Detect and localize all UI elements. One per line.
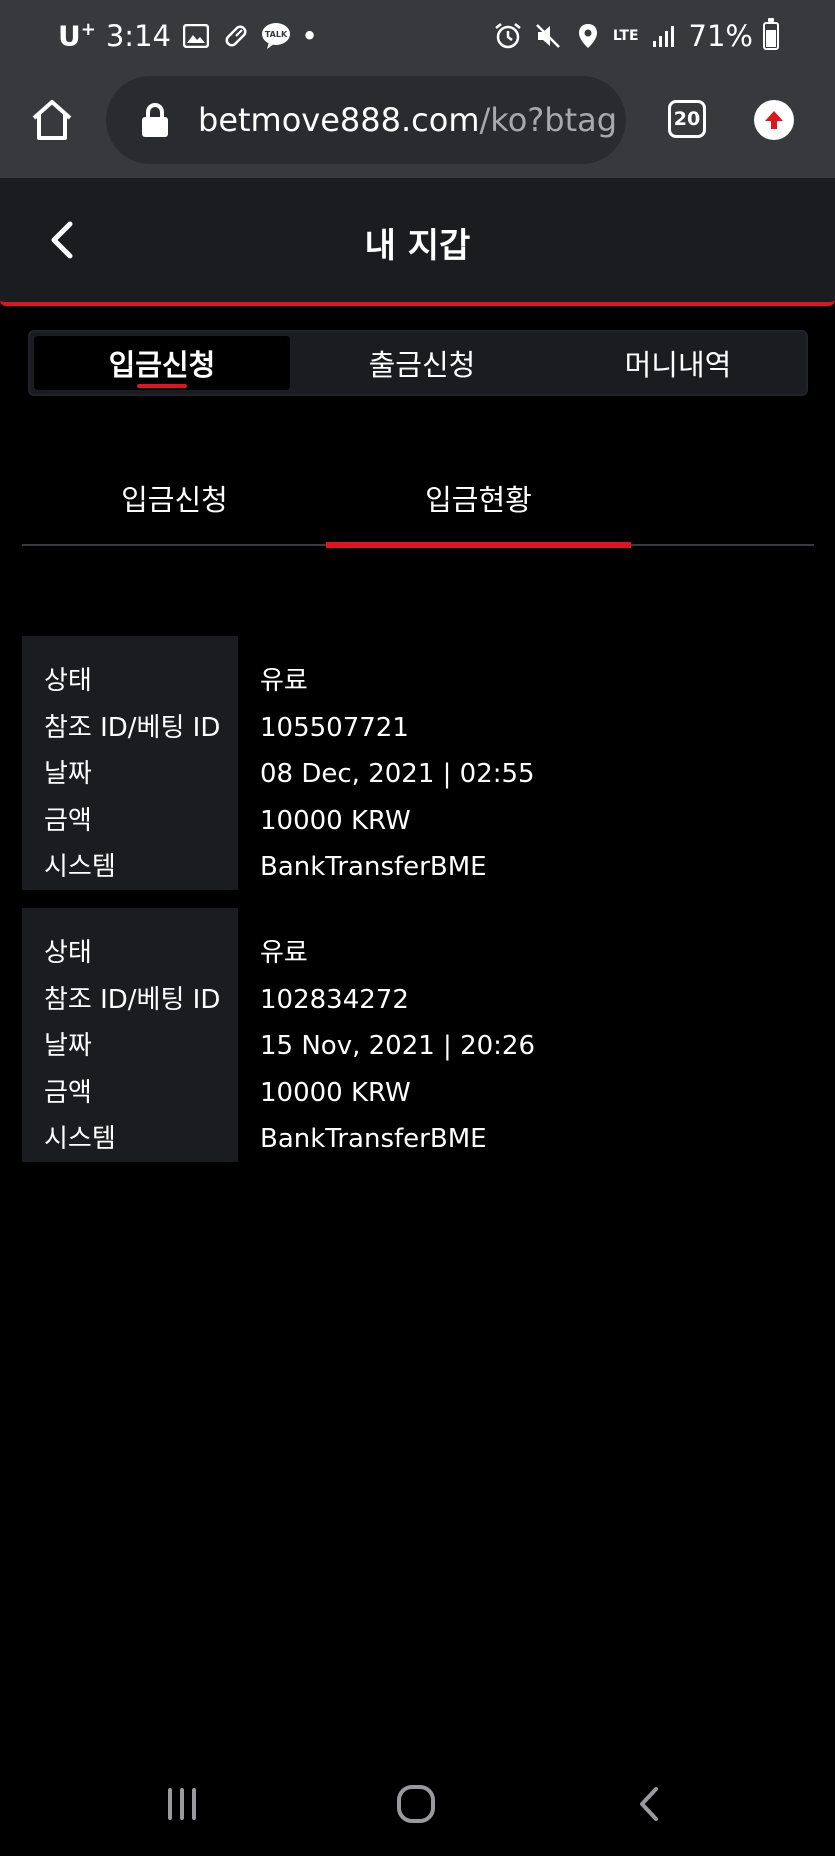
recent-apps-icon xyxy=(168,1788,196,1820)
deposit-record: 상태 유료 참조 ID/베팅 ID 102834272 날짜 15 Nov, 2… xyxy=(22,908,814,1162)
app-header: 내 지갑 xyxy=(0,178,835,306)
arrow-up-icon xyxy=(765,111,783,129)
record-value-date: 08 Dec, 2021 | 02:55 xyxy=(260,759,535,789)
signal-icon xyxy=(649,21,679,51)
wallet-tabs: 입금신청 출금신청 머니내역 xyxy=(28,330,808,396)
deposit-subtabs: 입금신청 입금현황 xyxy=(22,450,814,548)
clock: 3:14 xyxy=(105,19,171,53)
subtab-deposit-request[interactable]: 입금신청 xyxy=(22,450,327,546)
record-label-amount: 금액 xyxy=(44,1078,92,1108)
tab-deposit-request[interactable]: 입금신청 xyxy=(34,336,290,390)
tab-withdraw-request[interactable]: 출금신청 xyxy=(294,332,550,394)
battery-icon xyxy=(763,18,779,50)
record-value-date: 15 Nov, 2021 | 20:26 xyxy=(260,1031,536,1061)
mute-icon xyxy=(533,21,563,51)
url-text: betmove888.com/ko?btag xyxy=(198,101,618,139)
record-value-ref-id: 105507721 xyxy=(260,713,409,743)
page-title: 내 지갑 xyxy=(364,226,471,266)
home-nav-button[interactable] xyxy=(388,1776,444,1832)
record-value-status: 유료 xyxy=(260,666,308,696)
address-bar[interactable]: betmove888.com/ko?btag xyxy=(106,76,626,164)
record-label-ref-id: 참조 ID/베팅 ID xyxy=(44,713,221,743)
alarm-icon xyxy=(493,21,523,51)
location-icon xyxy=(573,21,603,51)
record-value-ref-id: 102834272 xyxy=(260,985,409,1015)
status-right: LTE 71% xyxy=(493,14,779,58)
record-label-ref-id: 참조 ID/베팅 ID xyxy=(44,985,221,1015)
home-button[interactable] xyxy=(28,96,76,144)
record-value-system: BankTransferBME xyxy=(260,852,487,882)
record-label-date: 날짜 xyxy=(44,1031,92,1061)
image-icon xyxy=(181,21,211,51)
svg-text:TALK: TALK xyxy=(265,30,288,39)
record-label-status: 상태 xyxy=(44,938,92,968)
carrier-label: U+ xyxy=(58,19,96,53)
back-chevron-icon xyxy=(640,1787,658,1821)
record-label-amount: 금액 xyxy=(44,806,92,836)
record-value-status: 유료 xyxy=(260,938,308,968)
record-value-system: BankTransferBME xyxy=(260,1124,487,1154)
home-icon xyxy=(32,100,72,140)
lock-icon xyxy=(142,103,168,137)
record-value-amount: 10000 KRW xyxy=(260,806,411,836)
deposit-record: 상태 유료 참조 ID/베팅 ID 105507721 날짜 08 Dec, 2… xyxy=(22,636,814,890)
network-type: LTE xyxy=(612,28,639,44)
record-value-amount: 10000 KRW xyxy=(260,1078,411,1108)
back-nav-button[interactable] xyxy=(622,1776,678,1832)
subtab-deposit-status[interactable]: 입금현황 xyxy=(326,450,631,548)
status-bar: U+ 3:14 TALK • LTE 71% xyxy=(0,0,835,72)
tab-switcher-button[interactable]: 20 xyxy=(668,100,706,138)
record-label-system: 시스템 xyxy=(44,852,116,882)
talk-icon: TALK xyxy=(261,21,291,51)
battery-percent: 71% xyxy=(688,19,753,53)
pill-icon xyxy=(221,21,251,51)
notification-dot: • xyxy=(300,19,319,53)
recent-apps-button[interactable] xyxy=(154,1776,210,1832)
tab-money-history[interactable]: 머니내역 xyxy=(550,332,806,394)
record-label-status: 상태 xyxy=(44,666,92,696)
record-label-date: 날짜 xyxy=(44,759,92,789)
update-button[interactable] xyxy=(754,100,794,140)
system-nav-bar xyxy=(0,1746,835,1856)
home-circle-icon xyxy=(397,1785,435,1823)
status-left: U+ 3:14 TALK • xyxy=(58,14,318,58)
browser-toolbar: betmove888.com/ko?btag 20 xyxy=(0,72,835,178)
record-label-system: 시스템 xyxy=(44,1124,116,1154)
